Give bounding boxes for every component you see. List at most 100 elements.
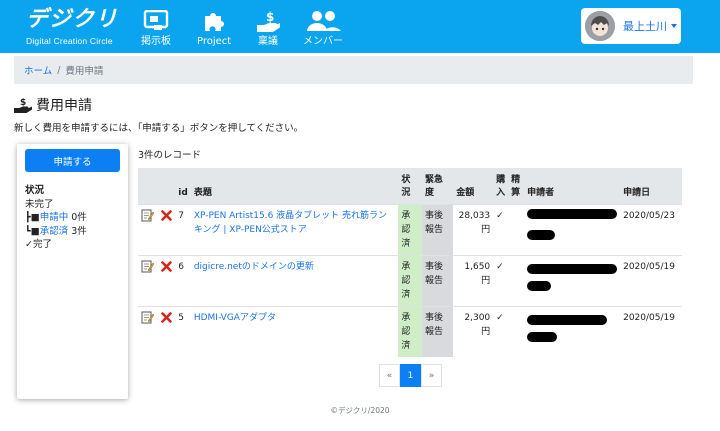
col-date: 申請日 [623, 187, 651, 198]
puzzle-icon [205, 13, 225, 31]
row-urgency: 事後報告 [421, 203, 454, 255]
row-actions [138, 254, 176, 306]
row-date: 2020/05/23 [620, 203, 682, 255]
row-purchased: ✓ [493, 203, 509, 255]
avatar [585, 11, 615, 41]
col-applicant: 申請者 [527, 187, 555, 198]
row-date: 2020/05/19 [620, 305, 682, 357]
status-filter: 状況 未完了 ┣■申請中 0件 ┗■承認済 3件 ✓完了 [25, 184, 120, 252]
status-pending-link[interactable]: 申請中 [40, 212, 69, 223]
pagination-prev[interactable]: « [379, 364, 400, 387]
edit-icon[interactable] [141, 209, 155, 227]
edit-icon[interactable] [141, 311, 155, 329]
status-pending-row: ┣■申請中 0件 [25, 211, 120, 225]
breadcrumb-current: 費用申請 [65, 66, 104, 77]
delete-icon[interactable] [161, 260, 172, 277]
col-settled: 精算 [511, 174, 521, 198]
redacted-applicant [527, 229, 556, 240]
row-id: 6 [175, 254, 191, 306]
row-id: 5 [175, 305, 191, 357]
col-purchased: 購入 [496, 174, 506, 198]
footer-copyright: ©デジクリ/2020 [330, 406, 390, 415]
status-pending-count: 0件 [71, 212, 87, 223]
page-description: 新しく費用を申請するには、「申請する」ボタンを押してください。 [14, 123, 304, 134]
col-status: 状況 [401, 174, 411, 198]
page-title: $ 費用申請 [14, 95, 92, 115]
row-status: 承認済 [398, 203, 422, 255]
row-title-link[interactable]: HDMI-VGAアダプタ [194, 313, 276, 323]
row-status: 承認済 [398, 254, 422, 306]
row-amount: 1,650円 [453, 254, 494, 306]
nav-label: Project [197, 36, 232, 47]
table-row: 5 HDMI-VGAアダプタ 承認済 事後報告 2,300円 ✓ 2020/05… [138, 305, 682, 357]
sidebar-card: 申請する 状況 未完了 ┣■申請中 0件 ┗■承認済 3件 ✓完了 [17, 144, 128, 399]
nav-item-members[interactable]: メンバー [303, 10, 343, 48]
row-settled [508, 203, 525, 255]
chevron-down-icon [671, 24, 677, 28]
row-applicant [524, 305, 621, 357]
delete-icon[interactable] [161, 311, 172, 328]
row-purchased: ✓ [493, 305, 509, 357]
row-title: XP-PEN Artist15.6 液晶タブレット 売れ筋ランキング | XP-… [190, 203, 399, 255]
user-menu-button[interactable]: 最上土川 [581, 8, 681, 44]
navbar: デジクリ Digital Creation Circle 掲示板 Project… [0, 0, 720, 53]
delete-icon[interactable] [161, 209, 172, 226]
brand-logo[interactable]: デジクリ Digital Creation Circle [26, 8, 118, 47]
breadcrumb: ホーム / 費用申請 [14, 56, 693, 84]
redacted-applicant [527, 263, 618, 274]
brand-subtitle: Digital Creation Circle [26, 36, 113, 46]
status-approved-row: ┗■承認済 3件 [25, 225, 120, 239]
user-name: 最上土川 [623, 20, 667, 33]
col-urgency: 緊急度 [424, 174, 443, 198]
money-hand-icon: $ [14, 98, 32, 113]
row-settled [508, 254, 525, 306]
tree-prefix: ┣■ [25, 212, 40, 223]
redacted-applicant [527, 280, 552, 291]
breadcrumb-home-link[interactable]: ホーム [24, 63, 52, 77]
tree-prefix: ┗■ [25, 225, 40, 237]
members-icon [307, 11, 341, 31]
row-title-link[interactable]: digicre.netのドメインの更新 [194, 262, 314, 272]
redacted-applicant [527, 314, 608, 325]
row-status: 承認済 [398, 305, 422, 357]
row-date: 2020/05/19 [620, 254, 682, 306]
nav-item-bulletin-board[interactable]: 掲示板 [141, 10, 171, 48]
row-settled [508, 305, 525, 357]
status-completed: ✓完了 [25, 239, 52, 250]
table-header-row: id 表題 状況 緊急度 金額 購入 精算 申請者 申請日 [138, 168, 682, 204]
nav-label: メンバー [303, 36, 343, 47]
page-title-text: 費用申請 [36, 98, 92, 114]
nav-item-approval[interactable]: $ 稟議 [256, 10, 280, 48]
money-hand-icon: $ [257, 10, 280, 32]
status-incomplete: 未完了 [25, 198, 54, 210]
pagination-next[interactable]: » [421, 364, 442, 387]
edit-icon[interactable] [141, 260, 155, 278]
row-amount: 28,033円 [453, 203, 494, 255]
record-count: 3件のレコード [138, 150, 202, 161]
row-applicant [524, 254, 621, 306]
row-title-link[interactable]: XP-PEN Artist15.6 液晶タブレット 売れ筋ランキング | XP-… [194, 211, 387, 235]
pagination-page-1[interactable]: 1 [400, 364, 421, 387]
row-urgency: 事後報告 [421, 305, 454, 357]
status-heading: 状況 [25, 185, 45, 196]
svg-text:$: $ [266, 10, 274, 24]
nav-item-project[interactable]: Project [197, 10, 231, 48]
records-table: id 表題 状況 緊急度 金額 購入 精算 申請者 申請日 7 XP-PEN A… [138, 168, 682, 357]
row-actions [138, 305, 176, 357]
bulletin-board-icon [143, 10, 169, 30]
row-title: HDMI-VGAアダプタ [190, 305, 399, 357]
breadcrumb-separator: / [57, 64, 61, 76]
nav-label: 稟議 [258, 36, 278, 47]
table-row: 7 XP-PEN Artist15.6 液晶タブレット 売れ筋ランキング | X… [138, 203, 682, 255]
redacted-applicant [527, 208, 618, 219]
row-urgency: 事後報告 [421, 254, 454, 306]
row-purchased: ✓ [493, 254, 509, 306]
apply-button[interactable]: 申請する [25, 149, 120, 172]
nav-label: 掲示板 [141, 36, 171, 47]
col-actions [138, 168, 175, 204]
status-approved-count: 3件 [71, 225, 87, 237]
status-approved-link[interactable]: 承認済 [40, 226, 69, 237]
table-row: 6 digicre.netのドメインの更新 承認済 事後報告 1,650円 ✓ … [138, 254, 682, 306]
col-id: id [178, 187, 188, 198]
row-applicant [524, 203, 621, 255]
